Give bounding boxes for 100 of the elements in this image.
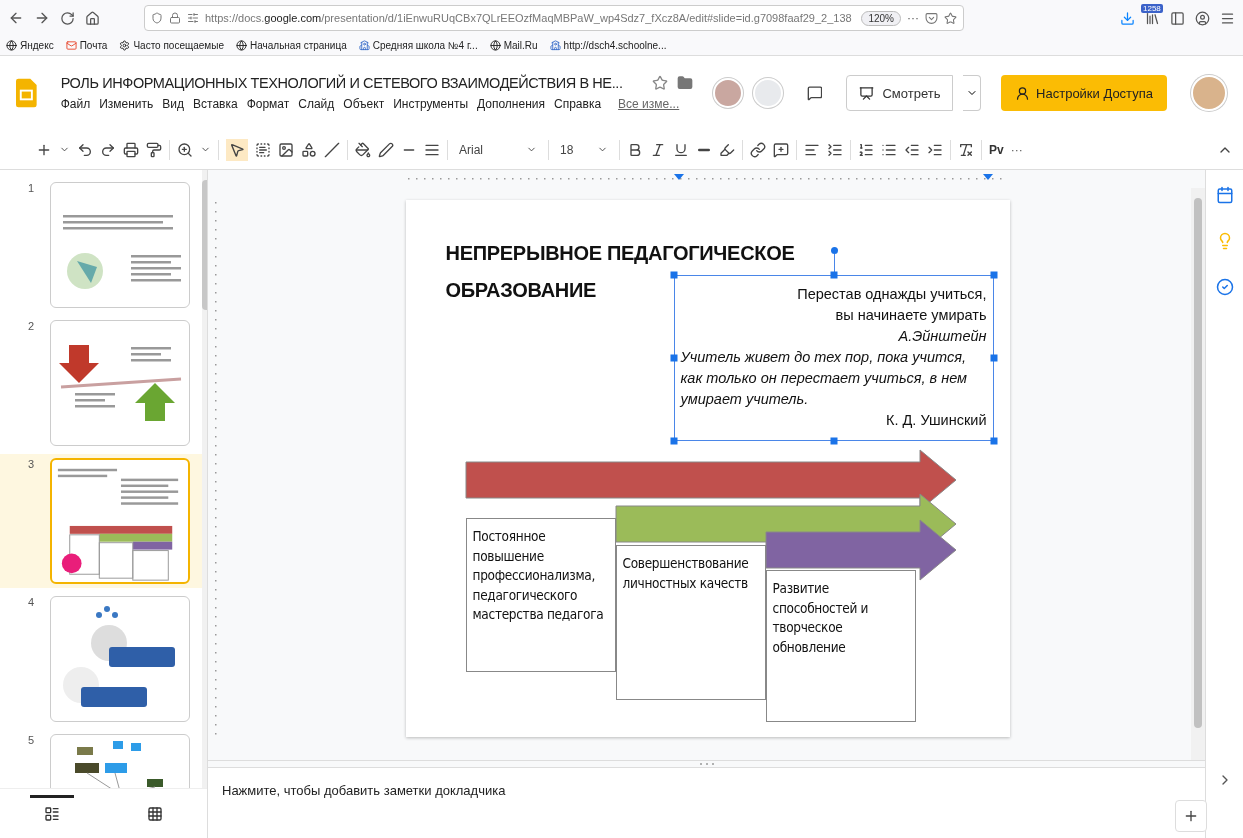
bookmark-link[interactable]: Почта [65, 40, 108, 51]
account-icon[interactable] [1195, 10, 1210, 26]
slide-thumbnail[interactable] [50, 320, 190, 446]
redo-icon[interactable] [100, 141, 116, 158]
bookmark-link[interactable]: Часто посещаемые [119, 40, 224, 51]
text-box-icon[interactable] [255, 141, 271, 158]
input-tools-button[interactable]: Pv [989, 142, 1004, 157]
slide-number: 5 [28, 734, 36, 748]
school-icon [358, 40, 370, 51]
sliders-icon [187, 12, 199, 24]
cursor-icon [229, 141, 245, 158]
zoom-icon[interactable] [177, 141, 193, 158]
present-button[interactable]: Смотреть [846, 75, 954, 111]
back-icon[interactable] [8, 10, 24, 26]
slide-thumbnail[interactable] [50, 182, 190, 308]
slide-thumbnail[interactable] [50, 596, 190, 722]
font-dropdown[interactable]: Arial [455, 142, 541, 157]
menu-item[interactable]: Справка [554, 97, 602, 111]
fill-color-icon[interactable] [355, 141, 371, 158]
menu-item[interactable]: Файл [60, 97, 91, 111]
slide-title: ОБРАЗОВАНИЕ [445, 279, 597, 302]
address-bar[interactable]: https://docs.google.com/presentation/d/1iEnwuRUqCBx7QLrEEOzfMaqMBPaW_wp4Sdz7_fXcz8A/edit#slide=id.g7098faaf29_2_138 120% ··· [144, 5, 964, 31]
bookmark-link[interactable]: Начальная страница [235, 40, 347, 51]
resize-handle[interactable] [830, 437, 837, 445]
folder-icon[interactable] [676, 75, 693, 91]
numbered-list-icon[interactable] [858, 141, 874, 158]
tasks-icon[interactable] [1215, 278, 1234, 296]
bookmark-link[interactable]: Mail.Ru [489, 40, 538, 51]
pocket-icon[interactable] [925, 11, 938, 25]
comments-icon[interactable] [806, 83, 823, 103]
menu-item[interactable]: Формат [246, 97, 290, 111]
slide-canvas[interactable] [405, 200, 1010, 737]
line-spacing-icon[interactable] [827, 141, 843, 158]
slide-number: 4 [28, 596, 36, 610]
filmstrip-icon [43, 805, 60, 822]
slide-title: НЕПРЕРЫВНОЕ ПЕДАГОГИЧЕСКОЕ [445, 242, 795, 265]
italic-icon[interactable] [650, 141, 666, 158]
star-icon[interactable] [651, 75, 668, 91]
border-color-icon[interactable] [378, 141, 394, 158]
resize-handle[interactable] [990, 354, 997, 362]
paint-format-icon[interactable] [146, 141, 162, 158]
download-icon[interactable] [1120, 10, 1135, 26]
slide-number: 2 [28, 320, 36, 334]
bookmark-link[interactable]: Яндекс [6, 40, 54, 51]
bookmark-star-icon[interactable] [944, 11, 957, 25]
stage-text: Совершенствование личностных качеств [622, 555, 749, 591]
bookmark-link[interactable]: http://dsch4.schoolne... [549, 40, 667, 51]
menu-item[interactable]: Инструменты [393, 97, 468, 111]
underline-icon[interactable] [673, 141, 689, 158]
resize-handle[interactable] [990, 271, 997, 279]
image-icon[interactable] [278, 141, 294, 158]
sidebar-icon[interactable] [1170, 10, 1185, 26]
mail-icon [65, 40, 77, 51]
quote-text-box[interactable]: Перестав однажды учиться, вы начинаете умирать А.Эйнштейн Учитель живет до тех пор, пока учится, как только он перестает учиться, в нем умирает учитель. К. Д. Ушинский [673, 275, 994, 441]
shapes-icon[interactable] [301, 141, 317, 158]
quote-author: К. Д. Ушинский [885, 411, 987, 430]
menu-item[interactable]: Изменить [99, 97, 154, 111]
share-button[interactable]: Настройки Доступа [1001, 75, 1167, 111]
resize-handle[interactable] [990, 437, 997, 445]
count-badge: 1258 [1141, 3, 1163, 13]
menu-item[interactable]: Вставка [193, 97, 238, 111]
bookmark-link[interactable]: Средняя школа №4 г... [358, 40, 478, 51]
add-note-button[interactable] [1175, 800, 1207, 832]
document-title[interactable]: РОЛЬ ИНФОРМАЦИОННЫХ ТЕХНОЛОГИЙ И СЕТЕВОГО ВЗАИМОДЕЙСТВИЯ В НЕ... [60, 75, 623, 91]
zoom-level[interactable]: 120% [861, 10, 901, 26]
more-button[interactable]: ··· [1010, 142, 1023, 157]
globe-icon [6, 40, 17, 51]
select-tool[interactable] [226, 138, 248, 161]
scrollbar[interactable] [1191, 188, 1205, 760]
undo-icon[interactable] [77, 141, 93, 158]
drag-handle-icon[interactable] [697, 762, 716, 766]
clear-formatting-icon[interactable] [958, 141, 974, 158]
home-icon[interactable] [85, 10, 100, 26]
line-icon[interactable] [324, 141, 340, 158]
menu-icon[interactable] [1220, 10, 1235, 26]
person-icon [1015, 85, 1031, 101]
font-size-dropdown[interactable]: 18 [556, 142, 612, 157]
library-icon[interactable] [1145, 10, 1160, 26]
menu-item[interactable]: Дополнения [477, 97, 545, 111]
resize-handle[interactable] [670, 271, 677, 279]
print-icon[interactable] [123, 141, 139, 158]
forward-icon[interactable] [34, 10, 50, 26]
resize-handle[interactable] [670, 354, 677, 362]
bold-icon[interactable] [627, 141, 643, 158]
calendar-icon[interactable] [1215, 186, 1234, 204]
menu-item[interactable]: Вид [162, 97, 184, 111]
reload-icon[interactable] [60, 10, 75, 26]
highlight-icon[interactable] [719, 141, 735, 158]
slide-number: 1 [28, 182, 36, 196]
plus-icon [1183, 808, 1199, 824]
link-icon[interactable] [750, 141, 766, 158]
slide-thumbnail[interactable] [50, 458, 190, 584]
resize-handle[interactable] [670, 437, 677, 445]
quote-text: Учитель живет до тех пор, пока учится, как только он перестает учиться, в нем умирает учитель. [680, 348, 968, 409]
add-comment-icon[interactable] [773, 141, 789, 158]
all-changes-link[interactable]: Все изме... [618, 97, 680, 111]
page-actions-button[interactable]: ··· [907, 11, 919, 25]
menu-item[interactable]: Слайд [298, 97, 335, 111]
menu-item[interactable]: Объект [343, 97, 385, 111]
resize-handle[interactable] [830, 271, 837, 279]
